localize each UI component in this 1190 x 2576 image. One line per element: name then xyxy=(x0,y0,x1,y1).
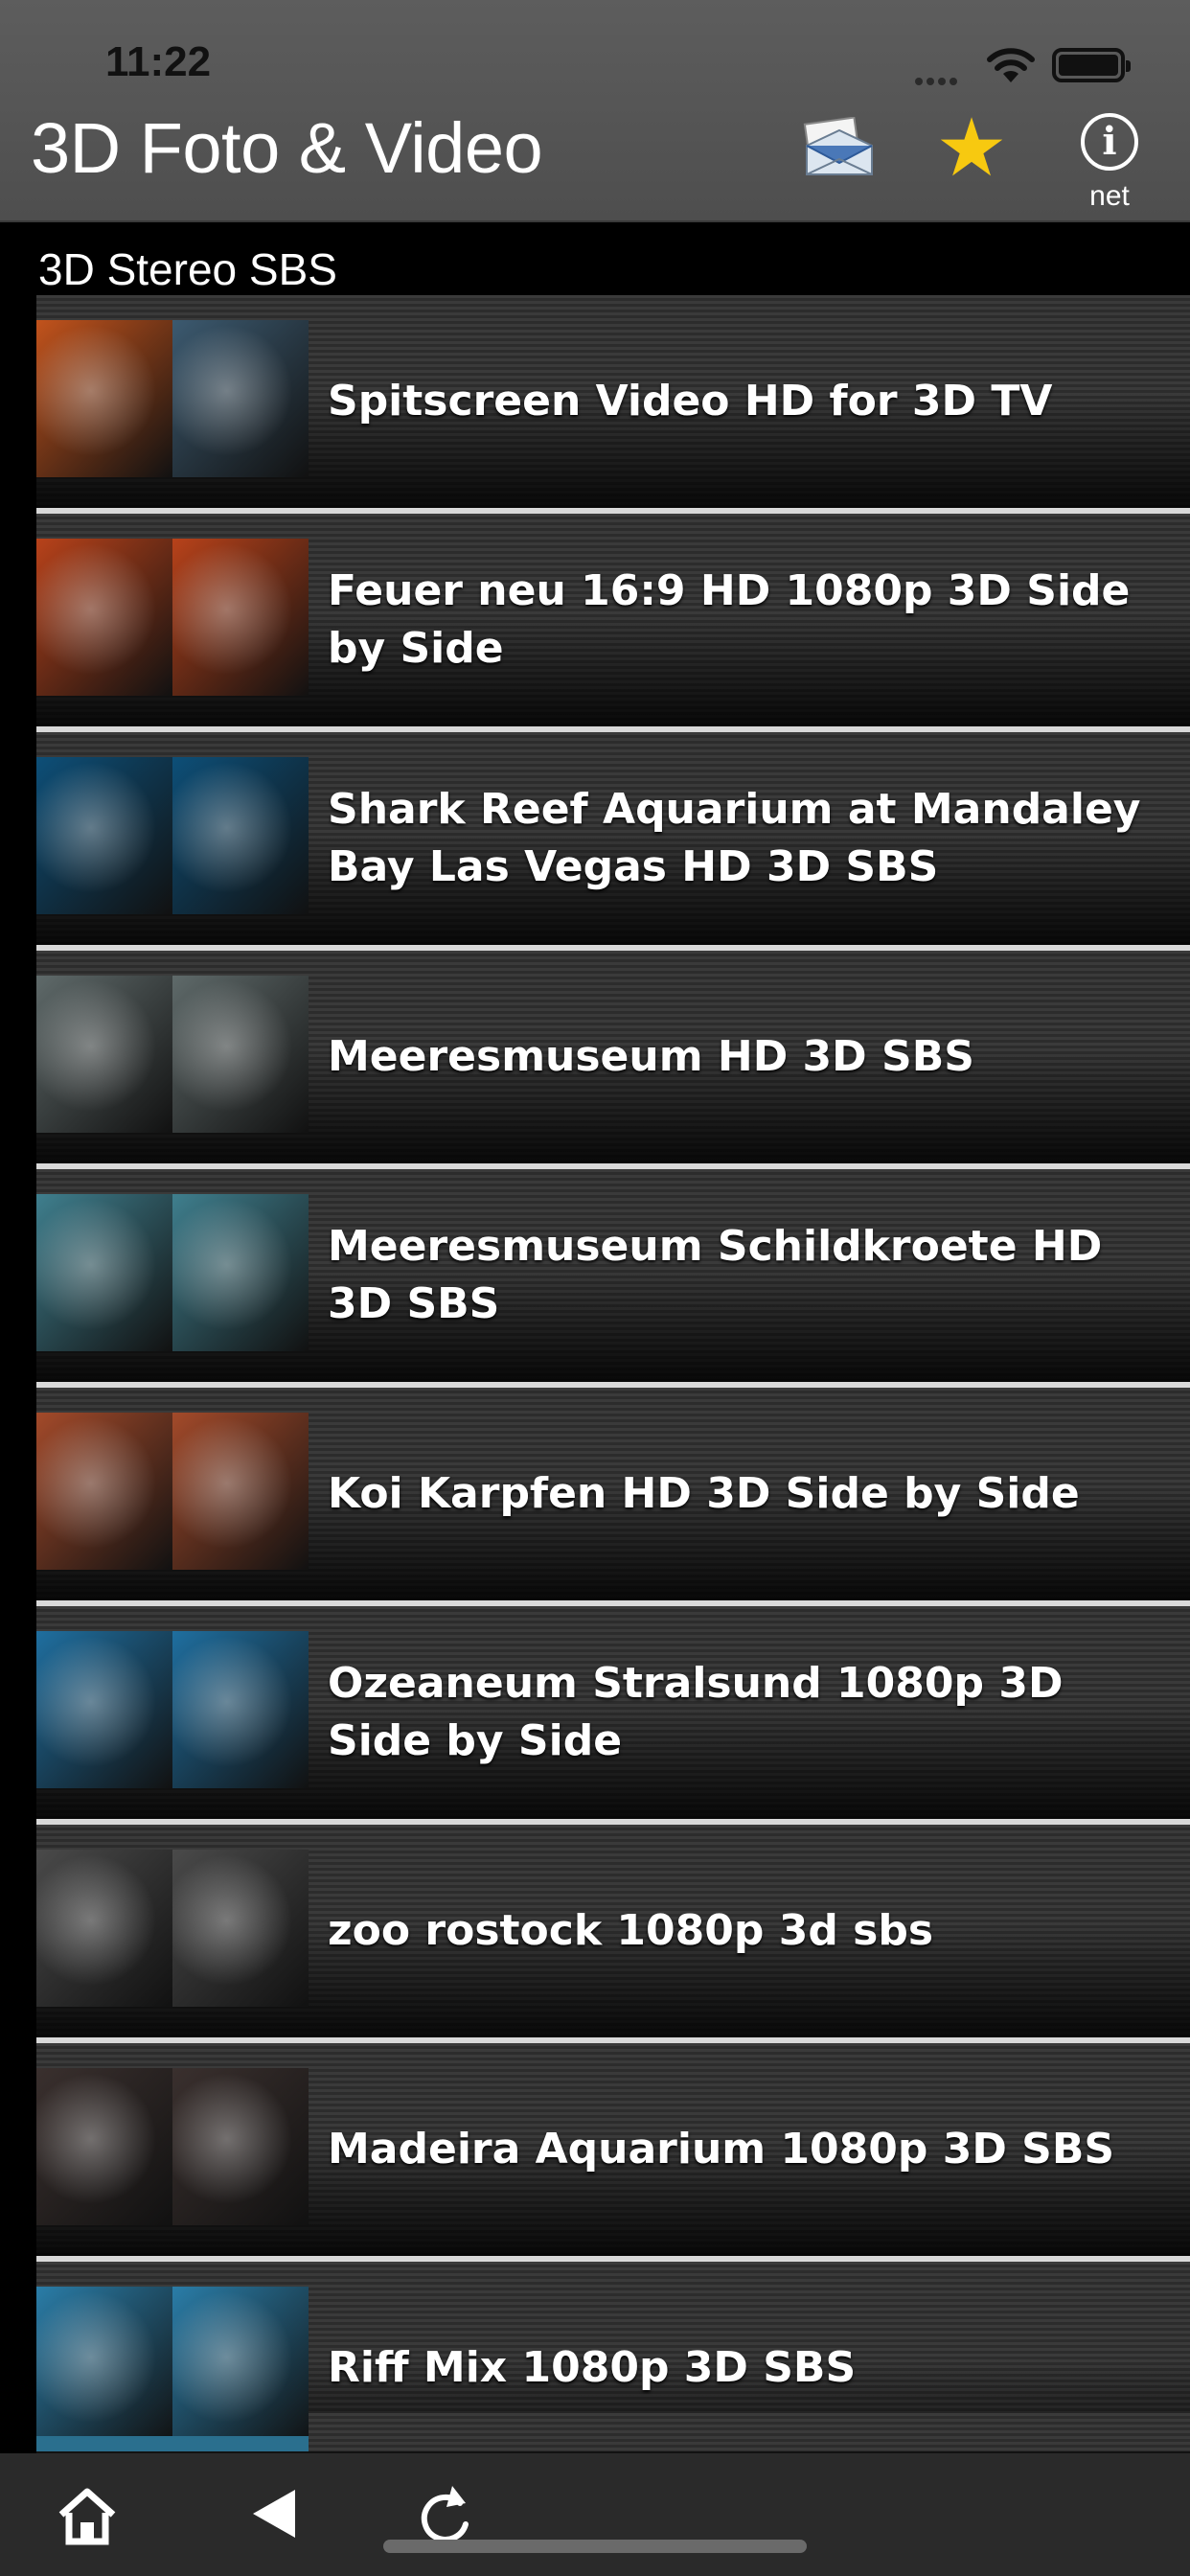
video-title: Meeresmuseum Schildkroete HD 3D SBS xyxy=(328,1222,1103,1328)
mail-icon[interactable] xyxy=(803,117,876,178)
video-title: zoo rostock 1080p 3d sbs xyxy=(328,1906,934,1955)
navigation-header: 11:22 3D Foto & Video ★ i net xyxy=(0,0,1190,222)
video-thumbnail xyxy=(36,539,309,696)
video-title: Koi Karpfen HD 3D Side by Side xyxy=(328,1469,1080,1518)
info-button[interactable]: i net xyxy=(1071,113,1148,218)
video-thumbnail xyxy=(36,976,309,1133)
section-title: 3D Stereo SBS xyxy=(38,244,337,294)
favorites-star-icon[interactable]: ★ xyxy=(931,107,1012,188)
video-title: Meeresmuseum HD 3D SBS xyxy=(328,1032,974,1081)
app-title: 3D Foto & Video xyxy=(31,108,543,188)
status-time: 11:22 xyxy=(105,38,212,85)
video-thumbnail xyxy=(36,1413,309,1570)
signal-icon xyxy=(915,73,973,85)
video-title: Madeira Aquarium 1080p 3D SBS xyxy=(328,2125,1115,2174)
video-title: Ozeaneum Stralsund 1080p 3D Side by Side xyxy=(328,1659,1064,1765)
list-item[interactable]: Spitscreen Video HD for 3D TV xyxy=(36,295,1190,508)
video-title: Riff Mix 1080p 3D SBS xyxy=(328,2343,857,2392)
video-thumbnail xyxy=(36,1631,309,1788)
video-title: Feuer neu 16:9 HD 1080p 3D Side by Side xyxy=(328,566,1131,673)
video-thumbnail xyxy=(36,1850,309,2007)
video-thumbnail xyxy=(36,1194,309,1351)
list-item[interactable]: Feuer neu 16:9 HD 1080p 3D Side by Side xyxy=(36,514,1190,726)
list-item[interactable]: Meeresmuseum HD 3D SBS xyxy=(36,951,1190,1163)
back-arrow-icon[interactable] xyxy=(240,2482,307,2545)
info-label: net xyxy=(1089,180,1130,212)
list-item[interactable]: zoo rostock 1080p 3d sbs xyxy=(36,1825,1190,2037)
list-item[interactable]: Koi Karpfen HD 3D Side by Side xyxy=(36,1388,1190,1600)
info-icon: i xyxy=(1081,113,1138,171)
video-title: Shark Reef Aquarium at Mandaley Bay Las … xyxy=(328,785,1141,891)
video-thumbnail xyxy=(36,757,309,914)
list-item[interactable]: Meeresmuseum Schildkroete HD 3D SBS xyxy=(36,1169,1190,1382)
video-thumbnail xyxy=(36,2436,309,2451)
wifi-icon xyxy=(987,48,1035,82)
video-list: Spitscreen Video HD for 3D TV Feuer neu 1… xyxy=(36,295,1190,2480)
video-title: Spitscreen Video HD for 3D TV xyxy=(328,377,1053,426)
home-icon[interactable] xyxy=(54,2484,121,2547)
list-item[interactable]: Shark Reef Aquarium at Mandaley Bay Las … xyxy=(36,732,1190,945)
video-thumbnail xyxy=(36,2287,309,2444)
video-thumbnail xyxy=(36,2068,309,2225)
list-item[interactable]: Madeira Aquarium 1080p 3D SBS xyxy=(36,2043,1190,2256)
list-item[interactable]: Ozeaneum Stralsund 1080p 3D Side by Side xyxy=(36,1606,1190,1819)
reload-icon[interactable] xyxy=(412,2480,479,2547)
battery-icon xyxy=(1052,48,1131,82)
home-indicator xyxy=(383,2540,807,2553)
video-thumbnail xyxy=(36,320,309,477)
